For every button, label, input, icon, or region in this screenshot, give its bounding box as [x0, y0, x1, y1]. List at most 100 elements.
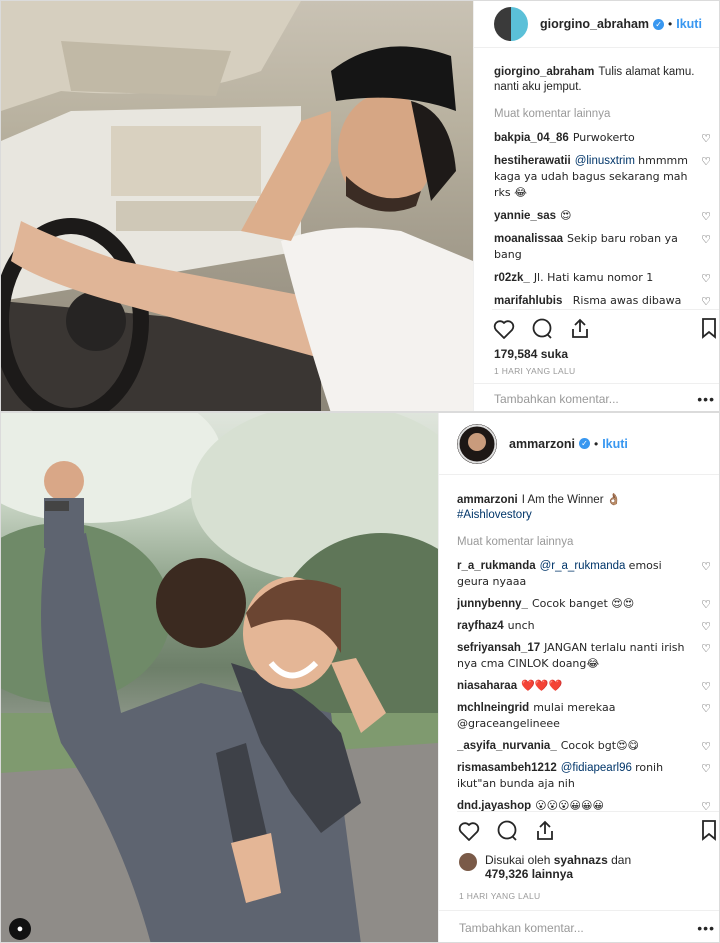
- comment-text: Cocok bgt😍😋: [560, 739, 640, 752]
- comment-text: ❤️❤️❤️: [521, 679, 563, 692]
- comment-username[interactable]: sefriyansah_17: [457, 642, 540, 654]
- caption-text: I Am the Winner 👌🏽: [521, 494, 622, 506]
- comment-like-heart-icon[interactable]: ♡: [701, 762, 711, 777]
- user-tag-icon[interactable]: ●: [9, 918, 31, 940]
- comment-like-heart-icon[interactable]: ♡: [701, 210, 711, 225]
- avatar[interactable]: [494, 7, 528, 41]
- comment-like-heart-icon[interactable]: ♡: [701, 740, 711, 755]
- comment-item: mchlneingrid mulai merekaa @graceangeline…: [457, 700, 715, 732]
- post-header: ammarzoni ✓ • Ikuti: [439, 413, 719, 475]
- timestamp[interactable]: 1 HARI YANG LALU: [459, 891, 541, 901]
- post-ammarzoni: ● ammarzoni ✓ • Ikuti ammarzoni I Am the …: [0, 412, 720, 943]
- follow-button[interactable]: Ikuti: [602, 437, 628, 451]
- bookmark-icon[interactable]: [697, 316, 720, 340]
- verified-badge-icon: ✓: [653, 18, 665, 30]
- comment-like-heart-icon[interactable]: ♡: [701, 233, 711, 248]
- avatar[interactable]: [457, 423, 497, 464]
- separator-dot: •: [668, 17, 673, 31]
- liker-username[interactable]: syahnazs: [554, 853, 608, 867]
- comment-list: ammarzoni I Am the Winner 👌🏽 #Aishlovesto…: [457, 493, 715, 823]
- load-more-comments[interactable]: Muat komentar lainnya: [457, 535, 715, 550]
- comment-mention[interactable]: @fidiapearl96: [561, 762, 632, 774]
- comment-username[interactable]: r02zk_: [494, 272, 530, 284]
- post-caption: giorgino_abraham Tulis alamat kamu. nanti…: [494, 65, 715, 95]
- comment-text: unch: [507, 619, 535, 632]
- comment-text: Cocok banget 😍😍: [531, 597, 635, 610]
- follow-button[interactable]: Ikuti: [676, 17, 702, 31]
- comment-mention[interactable]: @r_a_rukmanda: [540, 560, 626, 572]
- like-count[interactable]: 479,326 lainnya: [485, 867, 573, 881]
- add-comment-input[interactable]: Tambahkan komentar... •••: [439, 910, 719, 942]
- comment-username[interactable]: rismasambeh1212: [457, 762, 557, 774]
- comment-item: r02zk_ Jl. Hati kamu nomor 1 ♡: [494, 270, 715, 286]
- comment-text: Jl. Hati kamu nomor 1: [533, 271, 654, 284]
- comment-icon[interactable]: [495, 819, 519, 843]
- comment-like-heart-icon[interactable]: ♡: [701, 642, 711, 657]
- comment-like-heart-icon[interactable]: ♡: [701, 560, 711, 575]
- comment-text: 😍: [560, 209, 572, 222]
- comment-item: _asyifa_nurvania_ Cocok bgt😍😋 ♡: [457, 738, 715, 754]
- comment-like-heart-icon[interactable]: ♡: [701, 155, 711, 170]
- post-sidebar: ammarzoni ✓ • Ikuti ammarzoni I Am the Wi…: [438, 413, 720, 942]
- more-options-icon[interactable]: •••: [697, 391, 715, 407]
- comment-username[interactable]: rayfhaz4: [457, 620, 504, 632]
- comment-username[interactable]: moanalissaa: [494, 233, 563, 245]
- comment-item: rayfhaz4 unch ♡: [457, 618, 715, 634]
- comment-like-heart-icon[interactable]: ♡: [701, 132, 711, 147]
- comment-item: junnybenny_ Cocok banget 😍😍 ♡: [457, 596, 715, 612]
- comment-list: giorgino_abraham Tulis alamat kamu. nanti…: [494, 65, 715, 305]
- comment-username[interactable]: _asyifa_nurvania_: [457, 740, 557, 752]
- comment-like-heart-icon[interactable]: ♡: [701, 620, 711, 635]
- timestamp[interactable]: 1 HARI YANG LALU: [494, 366, 576, 376]
- like-count[interactable]: 179,584 suka: [494, 347, 568, 361]
- share-icon[interactable]: [568, 317, 592, 341]
- caption-username[interactable]: ammarzoni: [457, 494, 518, 506]
- comment-username[interactable]: hestiherawatii: [494, 155, 571, 167]
- comment-item: yannie_sas 😍 ♡: [494, 208, 715, 224]
- post-photo-piggyback[interactable]: ●: [1, 413, 438, 942]
- add-comment-placeholder: Tambahkan komentar...: [494, 391, 619, 406]
- post-header: giorgino_abraham ✓ • Ikuti: [474, 1, 719, 48]
- comment-icon[interactable]: [530, 317, 554, 341]
- comment-item: moanalissaa Sekip baru roban ya bang ♡: [494, 231, 715, 263]
- bookmark-icon[interactable]: [697, 818, 720, 842]
- caption-hashtag[interactable]: #Aishlovestory: [457, 509, 532, 521]
- comment-like-heart-icon[interactable]: ♡: [701, 598, 711, 613]
- share-icon[interactable]: [533, 819, 557, 843]
- liker-avatar[interactable]: [459, 853, 477, 871]
- comment-username[interactable]: marifahlubis_: [494, 295, 569, 305]
- comment-item: r_a_rukmanda @r_a_rukmanda emosi geura ny…: [457, 558, 715, 590]
- post-photo-driving[interactable]: [1, 1, 473, 411]
- comment-username[interactable]: r_a_rukmanda: [457, 560, 536, 572]
- avatar-image: [494, 7, 528, 41]
- comment-username[interactable]: niasaharaa: [457, 680, 517, 692]
- load-more-comments[interactable]: Muat komentar lainnya: [494, 107, 715, 122]
- post-caption: ammarzoni I Am the Winner 👌🏽 #Aishlovesto…: [457, 493, 715, 523]
- username[interactable]: ammarzoni: [509, 437, 575, 451]
- comment-item: rismasambeh1212 @fidiapearl96 ronih ikut"…: [457, 760, 715, 792]
- comment-username[interactable]: yannie_sas: [494, 210, 556, 222]
- post-sidebar: giorgino_abraham ✓ • Ikuti giorgino_abra…: [473, 1, 720, 411]
- comment-like-heart-icon[interactable]: ♡: [701, 680, 711, 695]
- comment-like-heart-icon[interactable]: ♡: [701, 295, 711, 305]
- comment-item: niasaharaa ❤️❤️❤️ ♡: [457, 678, 715, 694]
- add-comment-input[interactable]: Tambahkan komentar... •••: [474, 383, 719, 411]
- comment-like-heart-icon[interactable]: ♡: [701, 702, 711, 717]
- comment-username[interactable]: mchlneingrid: [457, 702, 529, 714]
- separator-dot: •: [594, 436, 599, 451]
- comment-username[interactable]: bakpia_04_86: [494, 132, 569, 144]
- comment-mention[interactable]: @linusxtrim: [575, 155, 635, 167]
- avatar-image: [457, 423, 497, 464]
- verified-badge-icon: ✓: [579, 438, 590, 449]
- comment-item: bakpia_04_86 Purwokerto ♡: [494, 130, 715, 146]
- action-bar: [457, 811, 720, 845]
- heart-icon[interactable]: [457, 819, 481, 843]
- comment-username[interactable]: junnybenny_: [457, 598, 528, 610]
- caption-username[interactable]: giorgino_abraham: [494, 66, 594, 78]
- heart-icon[interactable]: [492, 317, 516, 341]
- comment-item: hestiherawatii @linusxtrim hmmmm kaga ya …: [494, 153, 715, 201]
- liked-by-prefix: Disukai oleh: [485, 853, 551, 867]
- comment-like-heart-icon[interactable]: ♡: [701, 272, 711, 287]
- more-options-icon[interactable]: •••: [697, 920, 715, 936]
- username[interactable]: giorgino_abraham: [540, 17, 649, 31]
